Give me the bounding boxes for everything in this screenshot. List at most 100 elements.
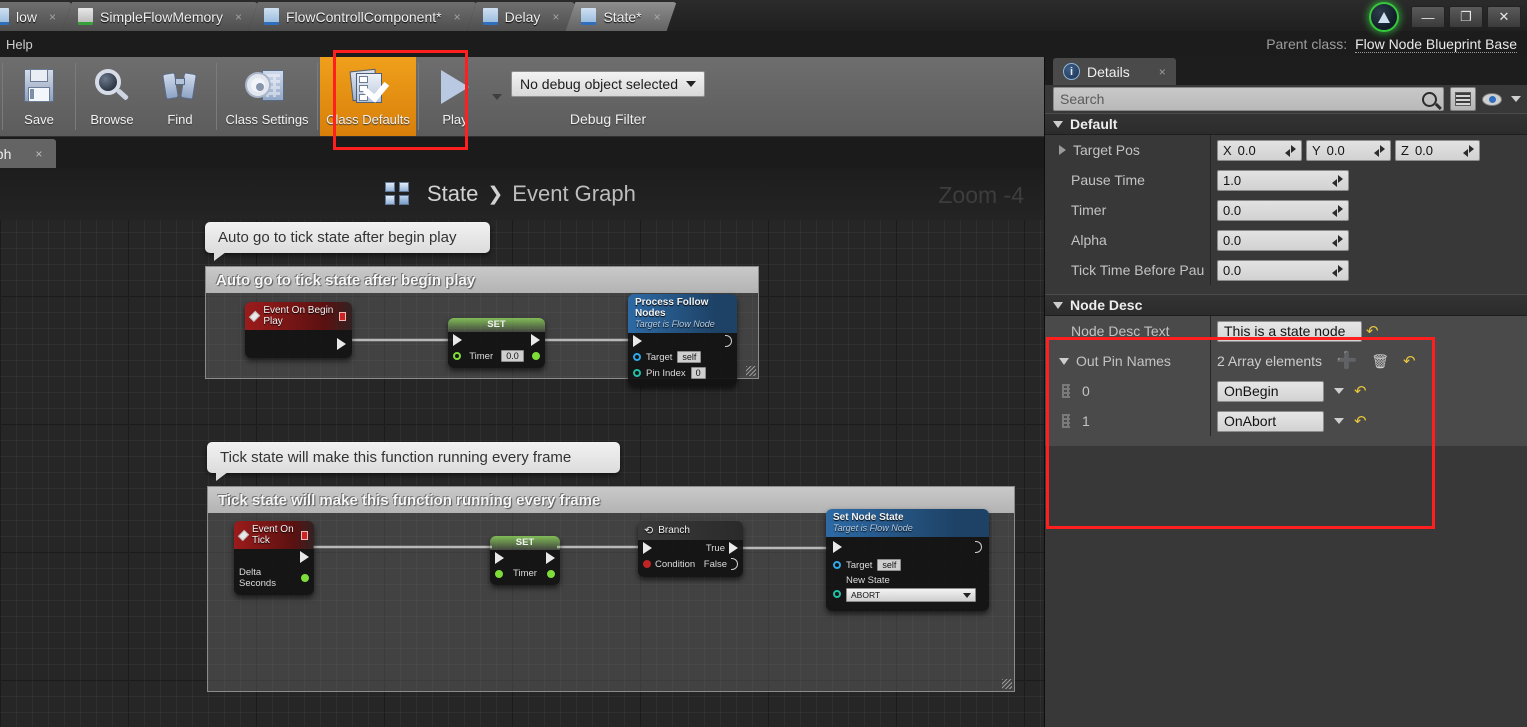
close-icon[interactable]: × bbox=[235, 10, 242, 24]
drag-handle-icon[interactable] bbox=[1062, 384, 1070, 398]
spinner-icon[interactable] bbox=[1332, 204, 1343, 217]
out-pin-0-field[interactable]: OnBegin bbox=[1217, 380, 1324, 402]
chevron-down-icon[interactable] bbox=[1334, 388, 1344, 394]
menu-item-help[interactable]: Help bbox=[0, 37, 39, 52]
parent-class-link[interactable]: Flow Node Blueprint Base bbox=[1355, 36, 1517, 53]
tab-event-graph[interactable]: aph × bbox=[0, 139, 57, 168]
chevron-down-icon[interactable] bbox=[1511, 96, 1521, 102]
pin-index-in-pin[interactable] bbox=[633, 369, 641, 377]
close-button[interactable]: ✕ bbox=[1487, 6, 1521, 28]
timer-in-pin[interactable] bbox=[453, 352, 461, 360]
tab-delay[interactable]: Delay × bbox=[467, 2, 576, 31]
target-in-pin[interactable] bbox=[633, 353, 641, 361]
target-in-pin[interactable] bbox=[833, 561, 841, 569]
browse-button[interactable]: Browse bbox=[78, 57, 146, 136]
close-icon[interactable]: × bbox=[654, 10, 661, 24]
node-process-follow-nodes[interactable]: Process Follow Nodes Target is Flow Node… bbox=[628, 294, 737, 386]
restore-button[interactable]: ❐ bbox=[1449, 6, 1483, 28]
condition-in-pin[interactable] bbox=[643, 560, 651, 568]
revert-icon[interactable]: ↶ bbox=[1354, 412, 1367, 430]
category-header-default[interactable]: Default bbox=[1045, 113, 1527, 135]
pin-value-field[interactable]: 0 bbox=[690, 367, 706, 379]
revert-icon[interactable]: ↶ bbox=[1403, 352, 1416, 370]
tab-simpleflowmemory[interactable]: SimpleFlowMemory × bbox=[62, 2, 258, 31]
out-pin-1-field[interactable]: OnAbort bbox=[1217, 410, 1324, 432]
close-icon[interactable]: × bbox=[49, 10, 56, 24]
exec-in-pin[interactable] bbox=[643, 542, 652, 554]
exec-out-pin-true[interactable] bbox=[729, 542, 738, 554]
node-set-timer-1[interactable]: SET Timer 0.0 bbox=[448, 318, 545, 368]
tick-time-before-pause-field[interactable]: 0.0 bbox=[1217, 259, 1349, 281]
pause-time-field[interactable]: 1.0 bbox=[1217, 169, 1349, 191]
exec-out-pin[interactable] bbox=[975, 541, 982, 553]
timer-in-pin[interactable] bbox=[495, 569, 503, 578]
drag-handle-icon[interactable] bbox=[1062, 414, 1070, 428]
timer-field[interactable]: 0.0 bbox=[1217, 199, 1349, 221]
exec-out-pin[interactable] bbox=[300, 551, 309, 563]
close-icon[interactable]: × bbox=[454, 10, 461, 24]
node-branch[interactable]: ⟲ Branch True Condition False bbox=[638, 521, 743, 577]
spinner-icon[interactable] bbox=[1332, 234, 1343, 247]
node-set-node-state[interactable]: Set Node State Target is Flow Node Targe… bbox=[826, 509, 989, 611]
pin-value-field[interactable]: self bbox=[877, 559, 902, 571]
exec-out-pin[interactable] bbox=[531, 334, 540, 346]
resize-grip-icon[interactable] bbox=[1002, 679, 1012, 689]
exec-out-pin[interactable] bbox=[546, 552, 555, 564]
exec-in-pin[interactable] bbox=[633, 335, 642, 347]
save-button[interactable]: Save bbox=[5, 57, 73, 136]
category-header-node-desc[interactable]: Node Desc bbox=[1045, 294, 1527, 316]
revert-icon[interactable]: ↶ bbox=[1354, 382, 1367, 400]
expand-arrow-icon[interactable] bbox=[1059, 145, 1066, 155]
class-defaults-button[interactable]: Class Defaults bbox=[320, 57, 416, 136]
add-element-icon[interactable]: ➕ bbox=[1336, 351, 1357, 371]
blueprint-graph-canvas[interactable]: State ❯ Event Graph Zoom -4 Auto go to t… bbox=[0, 168, 1044, 727]
chevron-down-icon[interactable] bbox=[1334, 418, 1344, 424]
display-options-button[interactable] bbox=[1450, 87, 1476, 111]
spinner-icon[interactable] bbox=[1463, 144, 1474, 157]
debug-object-dropdown[interactable]: No debug object selected bbox=[511, 71, 705, 97]
timer-out-pin[interactable] bbox=[546, 569, 555, 578]
exec-out-pin[interactable] bbox=[725, 335, 732, 347]
exec-in-pin[interactable] bbox=[495, 552, 504, 564]
minimize-button[interactable]: — bbox=[1411, 6, 1445, 28]
revert-icon[interactable]: ↶ bbox=[1366, 322, 1379, 340]
spinner-icon[interactable] bbox=[1285, 144, 1296, 157]
play-options-chevron-down-icon[interactable] bbox=[489, 57, 505, 136]
node-desc-text-field[interactable]: This is a state node bbox=[1217, 320, 1362, 342]
breadcrumb-root[interactable]: State bbox=[427, 181, 478, 207]
node-event-on-begin-play[interactable]: Event On Begin Play bbox=[245, 302, 352, 358]
alpha-field[interactable]: 0.0 bbox=[1217, 229, 1349, 251]
target-pos-z-field[interactable]: Z 0.0 bbox=[1395, 139, 1480, 161]
new-state-in-pin[interactable] bbox=[833, 590, 841, 598]
pin-value-field[interactable]: 0.0 bbox=[501, 350, 524, 362]
visibility-icon[interactable] bbox=[1482, 92, 1502, 106]
search-input[interactable]: Search bbox=[1053, 87, 1444, 111]
spinner-icon[interactable] bbox=[1332, 264, 1343, 277]
target-pos-x-field[interactable]: X 0.0 bbox=[1217, 139, 1302, 161]
exec-out-pin[interactable] bbox=[337, 338, 346, 350]
delete-all-icon[interactable]: 🗑 bbox=[1371, 353, 1389, 370]
tab-state[interactable]: State* × bbox=[565, 2, 676, 31]
exec-out-pin-false[interactable] bbox=[731, 558, 738, 570]
spinner-icon[interactable] bbox=[1374, 144, 1385, 157]
close-icon[interactable]: × bbox=[1159, 65, 1166, 79]
play-button[interactable]: Play bbox=[421, 57, 489, 136]
tab-flow[interactable]: low × bbox=[0, 2, 72, 31]
node-set-timer-2[interactable]: SET Timer bbox=[490, 536, 560, 585]
delta-seconds-out-pin[interactable] bbox=[301, 574, 309, 582]
pin-value-field[interactable]: self bbox=[677, 351, 702, 363]
spinner-icon[interactable] bbox=[1332, 174, 1343, 187]
node-event-on-tick[interactable]: Event On Tick Delta Seconds bbox=[234, 521, 314, 595]
find-button[interactable]: Find bbox=[146, 57, 214, 136]
expand-arrow-icon[interactable] bbox=[1059, 357, 1069, 365]
target-pos-y-field[interactable]: Y 0.0 bbox=[1306, 139, 1391, 161]
new-state-dropdown[interactable]: ABORT bbox=[846, 588, 976, 602]
tab-flowcontrollcomponent[interactable]: FlowControllComponent* × bbox=[248, 2, 477, 31]
close-icon[interactable]: × bbox=[552, 10, 559, 24]
close-icon[interactable]: × bbox=[35, 147, 42, 161]
timer-out-pin[interactable] bbox=[532, 352, 540, 360]
exec-in-pin[interactable] bbox=[833, 541, 842, 553]
tab-details[interactable]: i Details × bbox=[1053, 58, 1176, 85]
class-settings-button[interactable]: Class Settings bbox=[219, 57, 315, 136]
resize-grip-icon[interactable] bbox=[746, 366, 756, 376]
